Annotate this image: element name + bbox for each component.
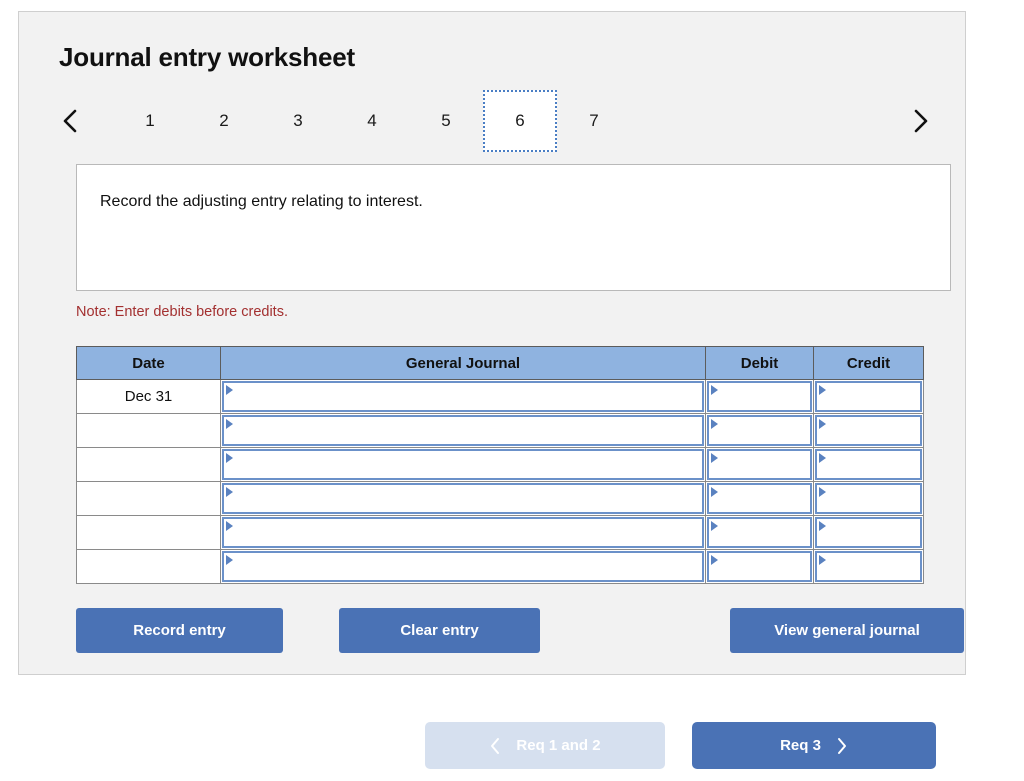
- column-header-general-journal: General Journal: [220, 346, 706, 380]
- credit-input[interactable]: [815, 517, 922, 548]
- next-requirement-label: Req 3: [780, 737, 821, 754]
- debit-input[interactable]: [707, 517, 812, 548]
- journal-entry-table: Date General Journal Debit Credit Dec 31: [76, 346, 924, 584]
- date-cell[interactable]: [76, 481, 221, 516]
- debit-cell[interactable]: [705, 379, 814, 414]
- record-entry-button[interactable]: Record entry: [76, 608, 283, 653]
- dropdown-triangle-icon: [226, 555, 233, 565]
- general-journal-input[interactable]: [222, 483, 704, 514]
- dropdown-triangle-icon: [711, 453, 718, 463]
- general-journal-input[interactable]: [222, 381, 704, 412]
- transaction-prompt-box: Record the adjusting entry relating to i…: [76, 164, 951, 291]
- tab-6[interactable]: 6: [483, 90, 557, 152]
- general-journal-cell[interactable]: [220, 447, 706, 482]
- credit-cell[interactable]: [813, 515, 924, 550]
- page-title: Journal entry worksheet: [59, 42, 355, 72]
- debit-cell[interactable]: [705, 549, 814, 584]
- debit-input[interactable]: [707, 483, 812, 514]
- tab-2[interactable]: 2: [187, 90, 261, 152]
- dropdown-triangle-icon: [226, 521, 233, 531]
- tab-1[interactable]: 1: [113, 90, 187, 152]
- transaction-prompt-text: Record the adjusting entry relating to i…: [100, 193, 423, 210]
- debit-input[interactable]: [707, 381, 812, 412]
- general-journal-cell[interactable]: [220, 379, 706, 414]
- credit-input[interactable]: [815, 415, 922, 446]
- credit-cell[interactable]: [813, 379, 924, 414]
- dropdown-triangle-icon: [711, 419, 718, 429]
- credit-input[interactable]: [815, 551, 922, 582]
- general-journal-input[interactable]: [222, 449, 704, 480]
- credit-cell[interactable]: [813, 549, 924, 584]
- dropdown-triangle-icon: [226, 419, 233, 429]
- date-cell[interactable]: [76, 549, 221, 584]
- date-cell[interactable]: [76, 515, 221, 550]
- chevron-left-icon: [61, 107, 79, 135]
- dropdown-triangle-icon: [711, 555, 718, 565]
- view-general-journal-button[interactable]: View general journal: [730, 608, 964, 653]
- debit-input[interactable]: [707, 449, 812, 480]
- date-cell[interactable]: [76, 447, 221, 482]
- tab-next-button[interactable]: [905, 104, 935, 138]
- worksheet-tabstrip: 1 2 3 4 5 6 7: [55, 90, 935, 152]
- dropdown-triangle-icon: [226, 453, 233, 463]
- dropdown-triangle-icon: [819, 385, 826, 395]
- general-journal-cell[interactable]: [220, 549, 706, 584]
- general-journal-cell[interactable]: [220, 413, 706, 448]
- table-row: Dec 31: [76, 379, 924, 414]
- table-row: [76, 481, 924, 516]
- credit-cell[interactable]: [813, 447, 924, 482]
- date-cell[interactable]: Dec 31: [76, 379, 221, 414]
- column-header-credit: Credit: [813, 346, 924, 380]
- tab-4[interactable]: 4: [335, 90, 409, 152]
- column-header-date: Date: [76, 346, 221, 380]
- chevron-left-icon: [489, 736, 502, 756]
- debit-cell[interactable]: [705, 481, 814, 516]
- credit-input[interactable]: [815, 381, 922, 412]
- clear-entry-button[interactable]: Clear entry: [339, 608, 540, 653]
- general-journal-cell[interactable]: [220, 481, 706, 516]
- general-journal-input[interactable]: [222, 415, 704, 446]
- next-requirement-button[interactable]: Req 3: [692, 722, 936, 769]
- debit-input[interactable]: [707, 415, 812, 446]
- credit-input[interactable]: [815, 483, 922, 514]
- debit-cell[interactable]: [705, 515, 814, 550]
- general-journal-input[interactable]: [222, 551, 704, 582]
- dropdown-triangle-icon: [711, 487, 718, 497]
- table-header-row: Date General Journal Debit Credit: [76, 346, 924, 380]
- dropdown-triangle-icon: [819, 521, 826, 531]
- dropdown-triangle-icon: [819, 453, 826, 463]
- dropdown-triangle-icon: [226, 385, 233, 395]
- table-row: [76, 515, 924, 550]
- prev-requirement-label: Req 1 and 2: [516, 737, 601, 754]
- debit-input[interactable]: [707, 551, 812, 582]
- table-row: [76, 447, 924, 482]
- table-row: [76, 549, 924, 584]
- tab-7[interactable]: 7: [557, 90, 631, 152]
- dropdown-triangle-icon: [711, 521, 718, 531]
- tab-3[interactable]: 3: [261, 90, 335, 152]
- general-journal-input[interactable]: [222, 517, 704, 548]
- dropdown-triangle-icon: [226, 487, 233, 497]
- debits-before-credits-note: Note: Enter debits before credits.: [76, 304, 288, 320]
- table-row: [76, 413, 924, 448]
- tab-prev-button[interactable]: [55, 104, 85, 138]
- dropdown-triangle-icon: [819, 555, 826, 565]
- credit-cell[interactable]: [813, 481, 924, 516]
- date-cell[interactable]: [76, 413, 221, 448]
- chevron-right-icon: [835, 736, 848, 756]
- journal-entry-panel: Journal entry worksheet 1 2 3 4 5 6 7 Re…: [18, 11, 966, 675]
- tab-list: 1 2 3 4 5 6 7: [113, 90, 631, 152]
- column-header-debit: Debit: [705, 346, 814, 380]
- dropdown-triangle-icon: [819, 419, 826, 429]
- chevron-right-icon: [911, 107, 929, 135]
- debit-cell[interactable]: [705, 447, 814, 482]
- debit-cell[interactable]: [705, 413, 814, 448]
- prev-requirement-button[interactable]: Req 1 and 2: [425, 722, 665, 769]
- tab-5[interactable]: 5: [409, 90, 483, 152]
- dropdown-triangle-icon: [711, 385, 718, 395]
- credit-input[interactable]: [815, 449, 922, 480]
- credit-cell[interactable]: [813, 413, 924, 448]
- general-journal-cell[interactable]: [220, 515, 706, 550]
- dropdown-triangle-icon: [819, 487, 826, 497]
